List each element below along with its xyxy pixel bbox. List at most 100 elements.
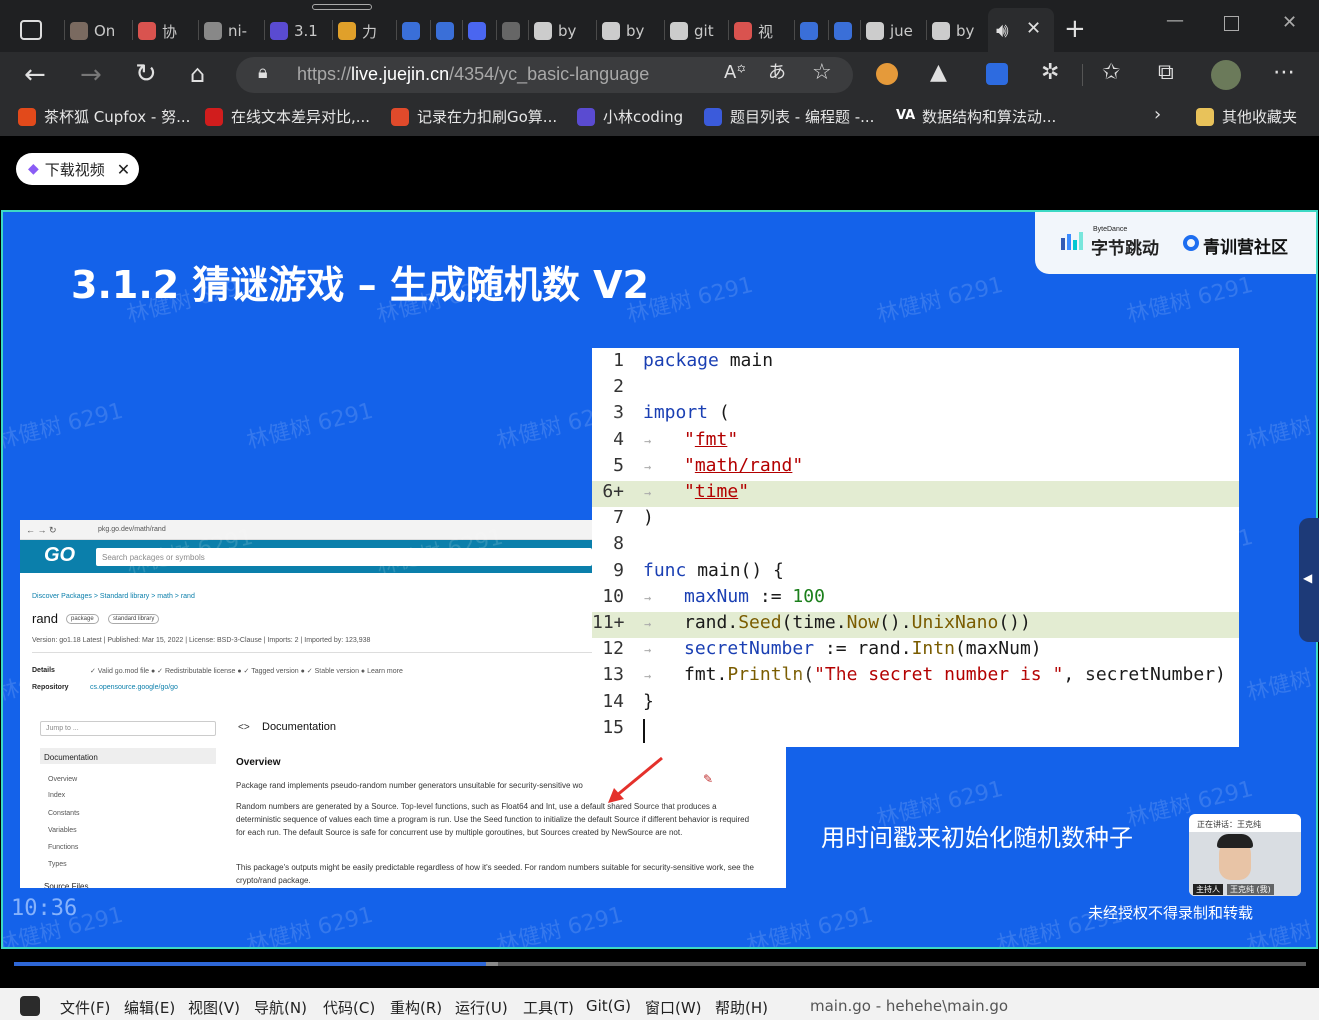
code-line: 15 <box>592 717 1239 743</box>
ide-menu-item[interactable]: 导航(N) <box>254 997 307 1018</box>
bookmark-0[interactable]: 茶杯狐 Cupfox - 努... <box>18 106 190 127</box>
lock-icon[interactable]: 🔒︎ <box>258 64 268 82</box>
tab-0[interactable]: On <box>70 12 115 50</box>
goland-logo-icon[interactable] <box>20 996 40 1016</box>
code-text: import ( <box>643 402 730 424</box>
ide-window-title: main.go - hehehe\main.go <box>810 997 1009 1015</box>
speaker-camera[interactable]: 正在讲话：王克纯 主持人 王克纯 (我) <box>1189 814 1301 896</box>
extension-a-icon[interactable] <box>876 63 898 85</box>
side-panel-toggle[interactable]: ◀ <box>1299 518 1319 642</box>
home-icon[interactable]: ⌂ <box>190 62 205 86</box>
translate-icon[interactable]: あ <box>768 64 786 82</box>
doc-meta: Version: go1.18 Latest | Published: Mar … <box>32 637 371 644</box>
other-bookmarks[interactable]: 其他收藏夹 <box>1196 106 1297 127</box>
tab-4[interactable]: 力 <box>338 12 377 50</box>
code-line: 8 <box>592 533 1239 559</box>
ide-menu-item[interactable]: 工具(T) <box>523 997 574 1018</box>
bookmark-1[interactable]: 在线文本差异对比,... <box>205 106 370 127</box>
add-favorite-icon[interactable]: ☆ <box>812 62 832 84</box>
code-line: 4 → "fmt" <box>592 429 1239 455</box>
url-text[interactable]: https://live.juejin.cn/4354/yc_basic-lan… <box>297 64 649 85</box>
maximize-icon[interactable] <box>1224 16 1239 31</box>
watermark: 林健树 6291 <box>244 398 376 455</box>
tab-12[interactable]: 视 <box>734 12 773 50</box>
forward-icon[interactable]: → <box>80 62 102 88</box>
ide-menu-item[interactable]: 重构(R) <box>390 997 442 1018</box>
bookmark-2[interactable]: 记录在力扣刷Go算... <box>391 106 557 127</box>
ide-menu-item[interactable]: 帮助(H) <box>715 997 768 1018</box>
host-name: 王克纯 (我) <box>1227 884 1274 895</box>
download-label: 下载视频 <box>44 160 105 179</box>
download-close-icon[interactable]: ✕ <box>117 160 130 179</box>
slide-subtitle: 用时间戳来初始化随机数种子 <box>821 824 1133 852</box>
tab-16[interactable]: by <box>932 12 974 50</box>
watermark: 林健树 6291 <box>874 272 1006 329</box>
tab-10[interactable]: by <box>602 12 644 50</box>
line-number: 12 <box>602 638 624 660</box>
extensions-icon[interactable]: ✲ <box>1041 62 1059 84</box>
brand-cn: 字节跳动 <box>1091 239 1159 259</box>
code-text: "math/rand" <box>684 454 804 476</box>
close-tab-icon[interactable]: ✕ <box>1026 20 1041 38</box>
tab-separator <box>596 20 597 40</box>
tab-14[interactable] <box>834 12 858 50</box>
ide-menu-item[interactable]: 编辑(E) <box>124 997 175 1018</box>
code-line: 11+ → rand.Seed(time.Now().UnixNano()) <box>592 612 1239 638</box>
tab-separator <box>496 20 497 40</box>
code-text: "fmt" <box>684 428 739 450</box>
bookmarks-overflow-icon[interactable]: › <box>1154 106 1161 124</box>
read-aloud-icon[interactable]: A꙳ <box>724 64 746 82</box>
watermark: 林健树 6291 <box>744 902 876 949</box>
indent-arrow-icon: → <box>644 433 652 448</box>
tab-actions-icon[interactable] <box>20 20 42 40</box>
tab-separator <box>828 20 829 40</box>
extension-mountain-icon[interactable]: ▲ <box>930 62 947 84</box>
bookmark-3[interactable]: 小林coding <box>577 106 683 127</box>
bookmark-label: 小林coding <box>603 108 684 126</box>
favorites-icon[interactable]: ✩ <box>1102 62 1120 84</box>
ide-menu-item[interactable]: Git(G) <box>586 997 631 1015</box>
more-menu-icon[interactable]: ⋯ <box>1273 62 1295 84</box>
ide-menu-item[interactable]: 视图(V) <box>188 997 240 1018</box>
bookmark-5[interactable]: VA 数据结构和算法动... <box>896 106 1056 127</box>
ide-menu-item[interactable]: 窗口(W) <box>645 997 702 1018</box>
tab-label: 协 <box>162 22 178 41</box>
ide-menu-item[interactable]: 代码(C) <box>323 997 375 1018</box>
bookmark-favicon <box>577 107 595 126</box>
tab-3[interactable]: 3.1 <box>270 12 318 50</box>
profile-avatar[interactable] <box>1211 60 1241 90</box>
speaker-icon[interactable]: 🔊︎ <box>996 20 1009 40</box>
tab-active[interactable]: 🔊︎ ✕ <box>988 8 1054 52</box>
tab-1[interactable]: 协 <box>138 12 177 50</box>
tab-separator <box>132 20 133 40</box>
download-video-chip[interactable]: ◆ 下载视频 ✕ <box>16 153 139 185</box>
slide-title: 3.1.2 猜谜游戏 – 生成随机数 V2 <box>71 263 649 307</box>
extension-blue-icon[interactable] <box>986 63 1008 85</box>
tab-9[interactable]: by <box>534 12 576 50</box>
tab-separator <box>728 20 729 40</box>
tab-separator <box>926 20 927 40</box>
collections-icon[interactable]: ⧉ <box>1158 62 1174 84</box>
tab-5[interactable] <box>402 12 426 50</box>
ide-menu-item[interactable]: 文件(F) <box>60 997 110 1018</box>
doc-overview-heading: Overview <box>236 757 281 768</box>
bookmark-4[interactable]: 题目列表 - 编程题 -... <box>704 106 874 127</box>
tab-2[interactable]: ni- <box>204 12 247 50</box>
tab-15[interactable]: jue <box>866 12 913 50</box>
code-line: 10 → maxNum := 100 <box>592 586 1239 612</box>
tab-favicon <box>70 22 88 40</box>
close-window-icon[interactable]: ✕ <box>1282 14 1297 32</box>
minimize-icon[interactable]: — <box>1166 12 1184 30</box>
code-text: secretNumber := rand.Intn(maxNum) <box>684 638 1042 660</box>
doc-para1: Package rand implements pseudo-random nu… <box>236 781 583 790</box>
refresh-icon[interactable]: ↻ <box>135 61 157 87</box>
tab-favicon <box>502 22 520 40</box>
bookmark-label: 记录在力扣刷Go算... <box>417 108 558 126</box>
new-tab-icon[interactable]: + <box>1064 16 1086 42</box>
bookmark-label: 在线文本差异对比,... <box>231 108 371 126</box>
tab-7[interactable] <box>468 12 492 50</box>
back-icon[interactable]: ← <box>24 62 46 88</box>
tab-11[interactable]: git <box>670 12 714 50</box>
tab-13[interactable] <box>800 12 824 50</box>
ide-menu-item[interactable]: 运行(U) <box>455 997 508 1018</box>
